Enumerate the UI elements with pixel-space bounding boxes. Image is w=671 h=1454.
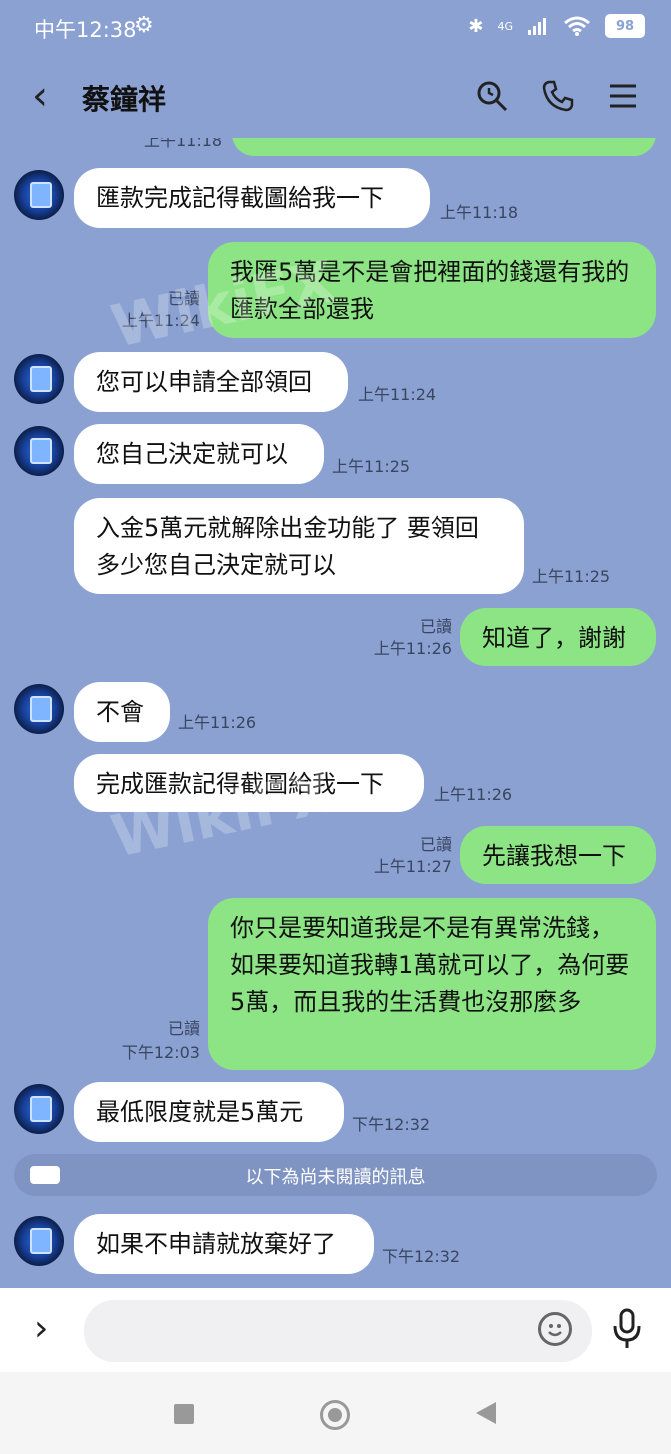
wifi-icon — [564, 16, 590, 36]
recents-button[interactable] — [174, 1404, 194, 1424]
read-receipt: 已讀 — [419, 617, 452, 636]
message-timestamp: 上午11:18 — [440, 203, 519, 222]
message-timestamp: 下午12:03 — [121, 1043, 200, 1062]
battery-icon: 98 — [605, 14, 645, 38]
incoming-message-bubble: 匯款完成記得截圖給我一下 — [74, 168, 430, 228]
avatar[interactable] — [14, 170, 64, 220]
chat-title: 蔡鐘祥 — [82, 83, 167, 116]
avatar[interactable] — [14, 1084, 64, 1134]
emoji-icon[interactable] — [538, 1312, 572, 1346]
incoming-message-bubble: 入金5萬元就解除出金功能了 要領回多少您自己決定就可以 — [74, 498, 524, 594]
read-receipt: 已讀 — [419, 835, 452, 854]
message-input[interactable] — [84, 1300, 592, 1362]
avatar[interactable] — [14, 354, 64, 404]
system-nav-bar — [0, 1372, 671, 1454]
incoming-message-bubble: 不會 — [74, 682, 170, 742]
search-icon[interactable] — [472, 76, 512, 116]
message-timestamp: 上午11:25 — [332, 457, 411, 476]
avatar[interactable] — [14, 426, 64, 476]
outgoing-message-bubble: 知道了，謝謝 — [460, 608, 656, 666]
partial-timestamp: 上午11:18 — [144, 138, 223, 150]
signal-icon — [528, 18, 546, 35]
message-timestamp: 下午12:32 — [352, 1115, 431, 1134]
outgoing-message-bubble: 先讓我想一下 — [460, 826, 656, 884]
phone-icon[interactable] — [538, 76, 578, 116]
input-bar: › — [0, 1288, 671, 1372]
avatar[interactable] — [14, 1216, 64, 1266]
back-button[interactable] — [474, 1400, 498, 1430]
incoming-message-bubble: 您自己決定就可以 — [74, 424, 324, 484]
message-timestamp: 上午11:24 — [358, 385, 437, 404]
home-button[interactable] — [320, 1400, 350, 1430]
message-timestamp: 上午11:25 — [532, 567, 611, 586]
message-timestamp: 上午11:27 — [373, 857, 452, 876]
microphone-icon[interactable] — [612, 1308, 642, 1354]
status-bar: 中午12:38 ⚙ ✱ 4G 98 — [0, 0, 671, 58]
bluetooth-icon: ✱ — [468, 15, 484, 37]
settings-gear-icon: ⚙ — [134, 13, 154, 38]
partial-outgoing-bubble — [232, 138, 656, 156]
unread-divider-label: 以下為尚未閱讀的訊息 — [245, 1167, 426, 1188]
network-label: 4G — [497, 19, 513, 33]
status-time: 中午12:38 — [34, 18, 137, 42]
outgoing-message-bubble: 你只是要知道我是不是有異常洗錢，如果要知道我轉1萬就可以了，為何要5萬，而且我的… — [208, 898, 656, 1070]
message-timestamp: 下午12:32 — [382, 1247, 461, 1266]
incoming-message-bubble: 您可以申請全部領回 — [74, 352, 348, 412]
message-timestamp: 上午11:26 — [373, 639, 452, 658]
unread-divider: 以下為尚未閱讀的訊息 — [14, 1154, 657, 1196]
menu-icon[interactable] — [603, 76, 643, 116]
expand-chevron-icon[interactable]: › — [34, 1308, 48, 1349]
back-arrow-icon[interactable]: ‹ — [32, 76, 48, 116]
message-timestamp: 上午11:26 — [434, 785, 513, 804]
incoming-message-bubble: 最低限度就是5萬元 — [74, 1082, 344, 1142]
read-receipt: 已讀 — [167, 1019, 200, 1038]
chat-header: ‹ 蔡鐘祥 — [0, 58, 671, 138]
message-timestamp: 上午11:26 — [178, 713, 257, 732]
status-icons: ✱ 4G 98 — [468, 14, 645, 38]
avatar[interactable] — [14, 684, 64, 734]
incoming-message-bubble: 如果不申請就放棄好了 — [74, 1214, 374, 1274]
